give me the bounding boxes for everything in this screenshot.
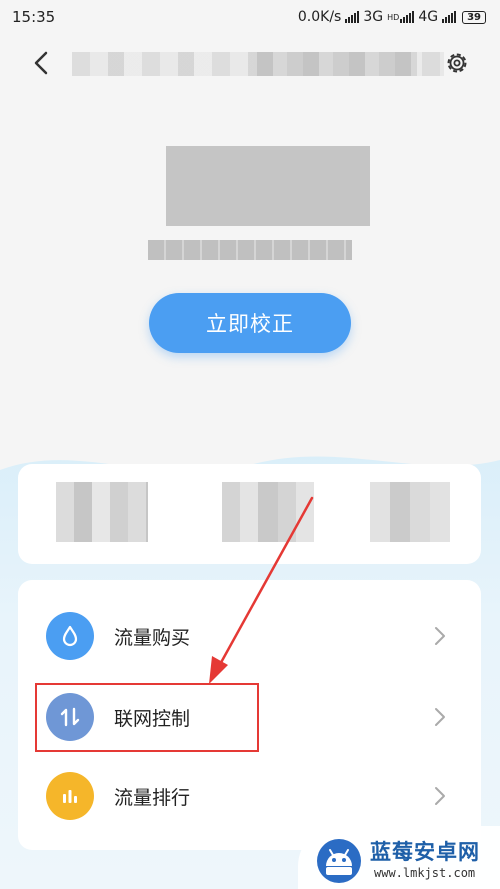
data-usage-redacted: [166, 146, 370, 226]
net-speed: 0.0K/s: [297, 9, 342, 25]
gear-icon[interactable]: [444, 50, 470, 76]
battery-icon: 39: [462, 10, 486, 24]
chevron-right-icon: [435, 627, 445, 645]
header: [0, 38, 500, 88]
signal-icon: [345, 11, 360, 23]
page-title-redacted: [72, 52, 444, 76]
android-logo-icon: [317, 839, 361, 883]
watermark-url: www.lmkjst.com: [374, 866, 476, 880]
status-time: 15:35: [12, 8, 56, 26]
bar-chart-icon: [46, 772, 94, 820]
signal-icon-2: [400, 11, 415, 23]
signal-icon-3: [442, 11, 457, 23]
stat-redacted-2: [222, 482, 314, 542]
network-4g: 4G: [418, 9, 439, 25]
data-usage-subtitle-redacted: [148, 240, 352, 260]
watermark: 蓝莓安卓网 www.lmkjst.com: [298, 826, 500, 889]
menu-item-data-ranking[interactable]: 流量排行: [18, 756, 481, 836]
chevron-left-icon[interactable]: [28, 48, 58, 78]
menu-item-buy-data[interactable]: 流量购买: [18, 596, 481, 676]
chevron-right-icon: [435, 708, 445, 726]
annotation-highlight-box: [35, 683, 259, 752]
stat-redacted-1: [56, 482, 148, 542]
calibrate-button[interactable]: 立即校正: [149, 293, 351, 353]
status-bar: 15:35 0.0K/s 3G HD 4G 39: [0, 0, 500, 34]
network-3g: 3G: [363, 9, 384, 25]
hd-label: HD: [387, 12, 400, 22]
status-indicators: 0.0K/s 3G HD 4G 39: [298, 9, 486, 25]
chevron-right-icon: [435, 787, 445, 805]
watermark-name: 蓝莓安卓网: [370, 840, 480, 864]
menu-item-label: 流量排行: [114, 786, 191, 809]
stat-redacted-3: [370, 482, 450, 542]
menu-item-label: 流量购买: [114, 626, 191, 649]
stats-card: [18, 464, 481, 564]
drop-icon: [46, 612, 94, 660]
